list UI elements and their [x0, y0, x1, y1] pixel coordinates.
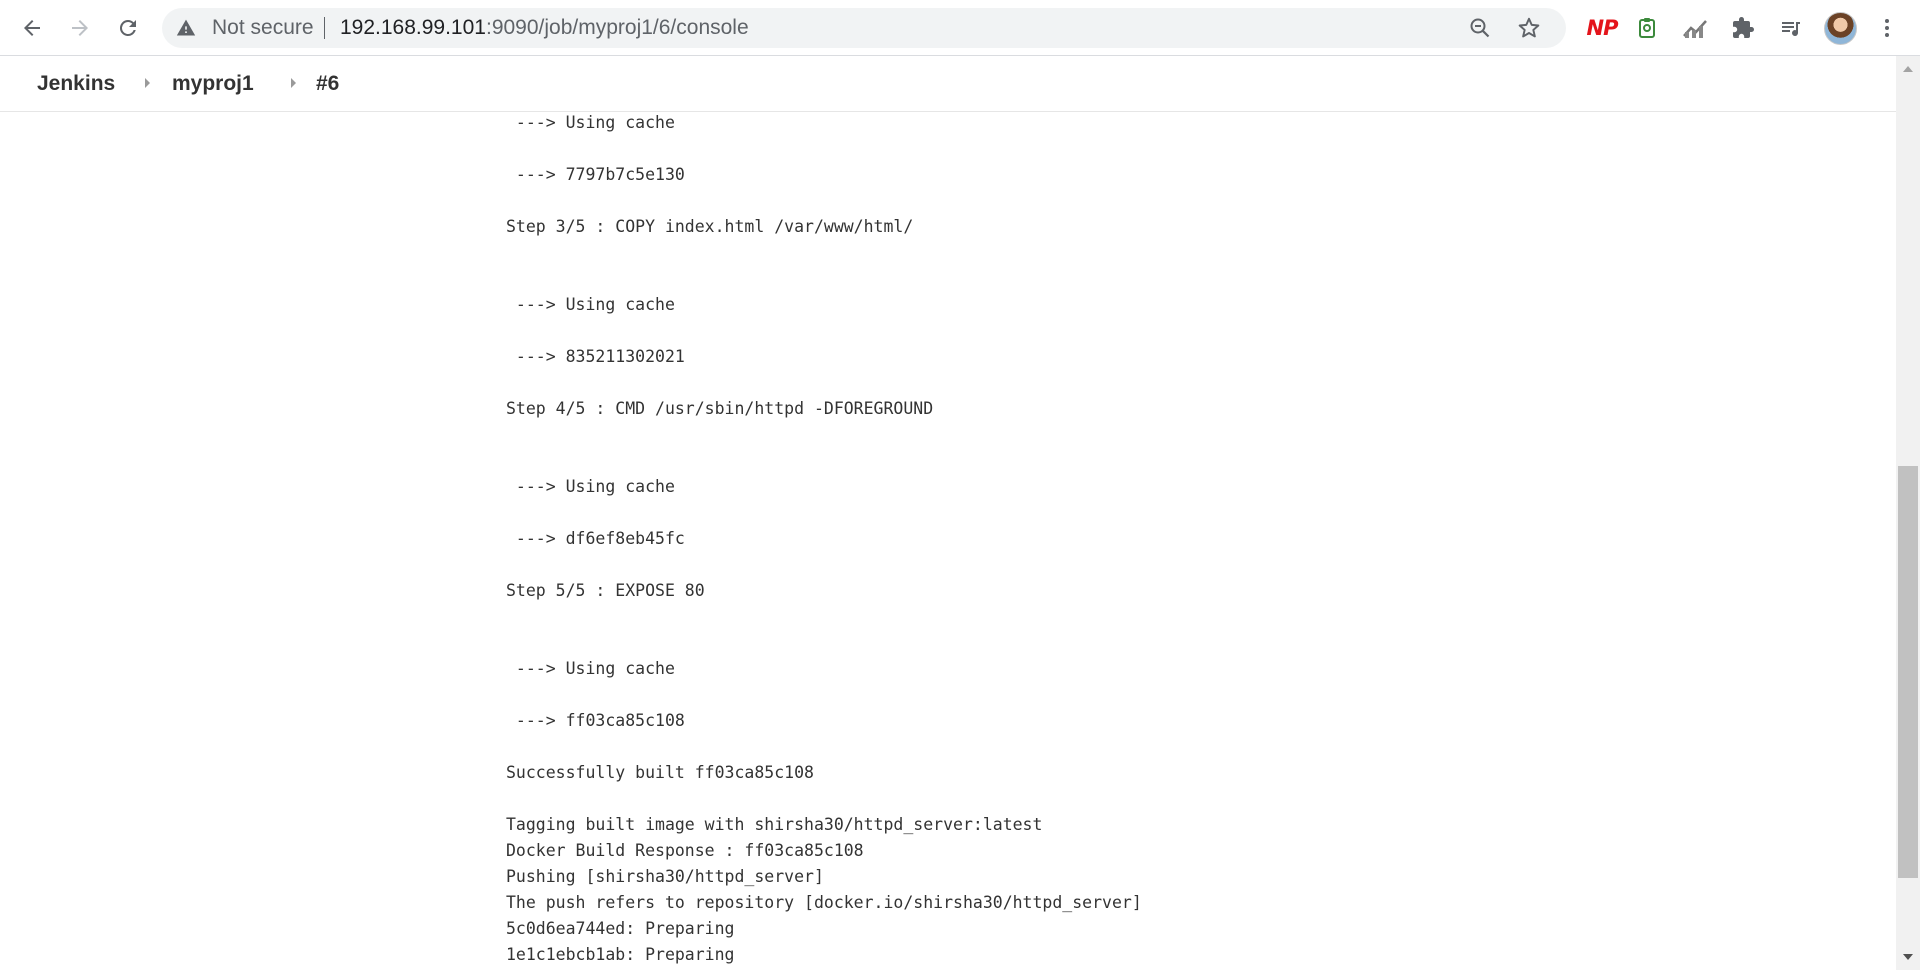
scroll-up-arrow-icon[interactable] — [1903, 66, 1913, 72]
scroll-down-arrow-icon[interactable] — [1903, 954, 1913, 960]
breadcrumb-job-link[interactable]: myproj1 — [172, 72, 254, 96]
browser-toolbar: Not secure 192.168.99.101:9090/job/mypro… — [0, 0, 1920, 56]
back-arrow-icon — [24, 20, 40, 36]
extensions-icon — [1733, 17, 1754, 38]
scrollbar-thumb[interactable] — [1898, 466, 1918, 878]
extension-clipboard[interactable] — [1633, 14, 1661, 42]
np-logo-icon: NP — [1586, 16, 1619, 40]
bookmark-star-icon[interactable] — [1516, 15, 1542, 41]
breadcrumb-separator-icon[interactable] — [291, 78, 296, 88]
url-host: 192.168.99.101 — [340, 16, 486, 39]
extensions-button[interactable] — [1729, 14, 1757, 42]
chrome-menu-button[interactable] — [1873, 14, 1901, 42]
console-line: ---> Using cache — [506, 659, 675, 678]
console-line: ---> df6ef8eb45fc — [506, 529, 685, 548]
console-line: The push refers to repository [docker.io… — [506, 893, 1142, 912]
media-control-button[interactable] — [1777, 14, 1805, 42]
breadcrumb-separator-icon[interactable] — [145, 78, 150, 88]
console-line: ---> Using cache — [506, 477, 675, 496]
console-output: ---> Using cache ---> 7797b7c5e130 Step … — [0, 112, 1896, 970]
console-line: ---> 835211302021 — [506, 347, 685, 366]
media-control-icon — [1782, 22, 1800, 37]
console-line: Step 3/5 : COPY index.html /var/www/html… — [506, 217, 914, 236]
clipboard-extension-icon — [1639, 18, 1655, 38]
console-line: Docker Build Response : ff03ca85c108 — [506, 841, 864, 860]
console-line: 5c0d6ea744ed: Preparing — [506, 919, 735, 938]
console-line: ---> Using cache — [506, 295, 675, 314]
back-button[interactable] — [12, 8, 52, 48]
console-line: Step 4/5 : CMD /usr/sbin/httpd -DFOREGRO… — [506, 399, 934, 418]
forward-button[interactable] — [60, 8, 100, 48]
menu-kebab-icon — [1885, 19, 1889, 37]
console-line: ---> 7797b7c5e130 — [506, 165, 685, 184]
forward-arrow-icon — [72, 20, 88, 36]
address-bar[interactable]: Not secure 192.168.99.101:9090/job/mypro… — [162, 8, 1566, 48]
console-line: Pushing [shirsha30/httpd_server] — [506, 867, 824, 886]
console-line: Successfully built ff03ca85c108 — [506, 763, 814, 782]
warning-icon[interactable] — [176, 18, 196, 38]
page-scrollbar[interactable] — [1896, 56, 1920, 970]
breadcrumb: Jenkins myproj1 #6 — [0, 56, 1896, 112]
stats-extension-icon — [1683, 20, 1707, 38]
breadcrumb-build-link[interactable]: #6 — [316, 72, 339, 96]
breadcrumb-jenkins-link[interactable]: Jenkins — [37, 72, 115, 96]
console-line: ---> Using cache — [506, 113, 675, 132]
url-text[interactable]: 192.168.99.101:9090/job/myproj1/6/consol… — [340, 17, 749, 39]
extension-np[interactable]: NP — [1584, 14, 1620, 42]
reload-icon — [119, 19, 136, 36]
zoom-out-icon[interactable] — [1468, 16, 1492, 40]
security-status[interactable]: Not secure — [212, 17, 314, 39]
console-line: ---> ff03ca85c108 — [506, 711, 685, 730]
security-separator — [324, 17, 325, 39]
console-line: 1e1c1ebcb1ab: Preparing — [506, 945, 735, 964]
console-line: Tagging built image with shirsha30/httpd… — [506, 815, 1043, 834]
url-path: :9090/job/myproj1/6/console — [485, 16, 749, 39]
console-line: Step 5/5 : EXPOSE 80 — [506, 581, 705, 600]
reload-button[interactable] — [108, 8, 148, 48]
profile-avatar[interactable] — [1824, 12, 1857, 45]
extension-stats[interactable] — [1681, 14, 1709, 42]
